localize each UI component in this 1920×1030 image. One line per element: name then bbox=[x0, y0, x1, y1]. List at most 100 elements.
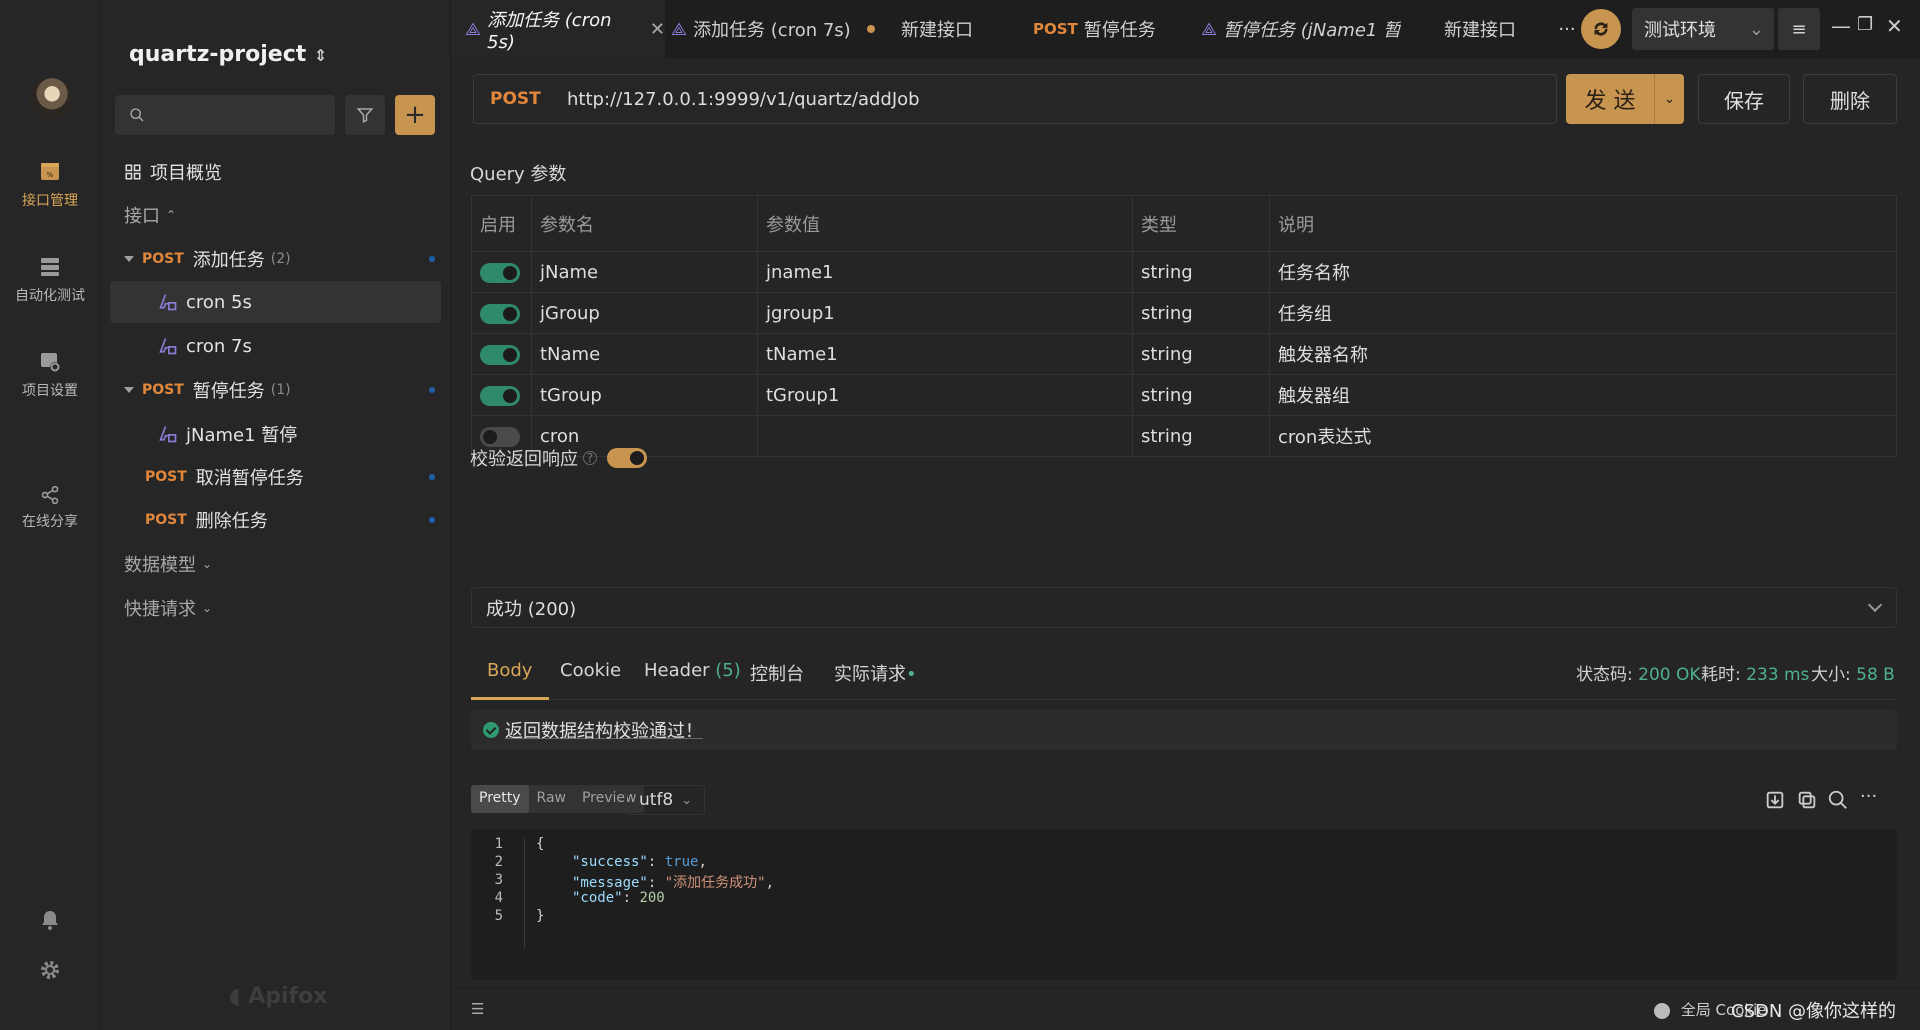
add-button[interactable]: + bbox=[395, 95, 435, 135]
json-brace: } bbox=[536, 908, 545, 924]
response-select[interactable]: 成功 (200) bbox=[471, 587, 1897, 628]
more-icon[interactable]: ··· bbox=[1860, 786, 1882, 808]
tab-add-job-cron-5s[interactable]: ⟁ 添加任务 (cron 5s) ✕ bbox=[451, 0, 665, 58]
copy-icon[interactable] bbox=[1796, 789, 1818, 811]
help-icon[interactable]: ? bbox=[583, 451, 597, 465]
enable-toggle[interactable] bbox=[480, 344, 520, 365]
sidebar-item-overview[interactable]: 项目概览 bbox=[110, 151, 441, 193]
minimize-icon[interactable]: — bbox=[1831, 14, 1851, 38]
query-params-title: Query 参数 bbox=[470, 164, 567, 185]
param-type[interactable]: string bbox=[1132, 374, 1270, 416]
tab-body[interactable]: Body bbox=[487, 660, 532, 681]
method-badge: POST bbox=[145, 512, 187, 528]
status-dot bbox=[429, 256, 435, 262]
send-button[interactable]: 发 送 ⌄ bbox=[1566, 74, 1684, 124]
tab-pause-job-jname1[interactable]: ⟁ 暂停任务 (jName1 暂... bbox=[1201, 0, 1401, 58]
tab-header[interactable]: Header (5) bbox=[644, 660, 741, 681]
rail-item-project-settings[interactable]: 项目设置 bbox=[0, 350, 100, 400]
url-bar[interactable]: POST http://127.0.0.1:9999/v1/quartz/add… bbox=[473, 74, 1557, 124]
api-management-icon: % bbox=[41, 163, 59, 180]
param-name[interactable]: tGroup bbox=[531, 374, 758, 416]
save-button[interactable]: 保存 bbox=[1698, 74, 1790, 124]
enable-toggle[interactable] bbox=[480, 262, 520, 283]
rail-item-api-management[interactable]: % 接口管理 bbox=[0, 160, 100, 210]
environment-select[interactable]: 测试环境 ⌄ bbox=[1632, 8, 1774, 50]
tree-folder-pause-job[interactable]: POST 暂停任务 (1) bbox=[110, 369, 441, 411]
param-type[interactable]: string bbox=[1132, 415, 1270, 457]
param-desc[interactable]: 触发器组 bbox=[1269, 374, 1897, 416]
enable-toggle[interactable] bbox=[480, 303, 520, 324]
json-value: 200 bbox=[639, 890, 665, 906]
response-body-editor[interactable]: 1 2 3 4 5 { "success": true, "message": … bbox=[471, 830, 1897, 980]
rail-item-automation[interactable]: 自动化测试 bbox=[0, 255, 100, 305]
url-input[interactable]: http://127.0.0.1:9999/v1/quartz/addJob bbox=[567, 89, 920, 110]
restore-icon[interactable]: ❐ bbox=[1857, 14, 1873, 35]
tab-console[interactable]: 控制台 bbox=[750, 660, 804, 686]
tree-label: cron 5s bbox=[186, 291, 252, 313]
view-raw[interactable]: Raw bbox=[529, 785, 574, 813]
param-value[interactable] bbox=[757, 415, 1133, 457]
view-pretty[interactable]: Pretty bbox=[471, 785, 529, 813]
sidebar-section-data-models[interactable]: 数据模型 ⌄ bbox=[110, 543, 441, 585]
bell-icon[interactable] bbox=[38, 908, 62, 932]
sidebar-section-api[interactable]: 接口 ⌃ bbox=[110, 194, 441, 236]
tab-add-job-cron-7s[interactable]: ⟁ 添加任务 (cron 7s) bbox=[671, 0, 881, 58]
validation-message[interactable]: 返回数据结构校验通过！ bbox=[505, 717, 703, 743]
rail-item-share[interactable]: 在线分享 bbox=[0, 485, 100, 531]
enable-toggle[interactable] bbox=[480, 426, 520, 447]
column-header: 参数名 bbox=[531, 195, 758, 252]
unsaved-dot bbox=[866, 25, 875, 33]
method-select[interactable]: POST bbox=[490, 89, 567, 109]
download-icon[interactable] bbox=[1764, 789, 1786, 811]
param-desc[interactable]: 触发器名称 bbox=[1269, 333, 1897, 375]
tree-item-resume-job[interactable]: POST 取消暂停任务 bbox=[110, 456, 441, 498]
layout-toggle-icon[interactable]: ☰ bbox=[471, 1000, 484, 1018]
sidebar-section-quick-request[interactable]: 快捷请求 ⌄ bbox=[110, 587, 441, 629]
tree-label: cron 7s bbox=[186, 335, 252, 357]
param-desc[interactable]: cron表达式 bbox=[1269, 415, 1897, 457]
search-icon[interactable] bbox=[1827, 789, 1849, 811]
tree-case-cron-7s[interactable]: cron 7s bbox=[110, 325, 441, 367]
param-value[interactable]: jgroup1 bbox=[757, 292, 1133, 334]
close-window-icon[interactable]: ✕ bbox=[1886, 14, 1903, 38]
param-type[interactable]: string bbox=[1132, 292, 1270, 334]
param-value[interactable]: tName1 bbox=[757, 333, 1133, 375]
tab-actual-request[interactable]: 实际请求• bbox=[834, 660, 917, 686]
send-dropdown[interactable]: ⌄ bbox=[1654, 74, 1684, 124]
tree-item-delete-job[interactable]: POST 删除任务 bbox=[110, 499, 441, 541]
close-icon[interactable]: ✕ bbox=[650, 19, 665, 40]
left-rail: % 接口管理 自动化测试 项目设置 在线分享 bbox=[0, 0, 100, 1030]
param-name[interactable]: jGroup bbox=[531, 292, 758, 334]
param-value[interactable]: jname1 bbox=[757, 251, 1133, 293]
avatar[interactable] bbox=[29, 77, 71, 119]
tree-case-cron-5s[interactable]: cron 5s bbox=[110, 281, 441, 323]
encoding-select[interactable]: utf8 ⌄ bbox=[626, 785, 706, 815]
param-type[interactable]: string bbox=[1132, 251, 1270, 293]
json-value: "添加任务成功" bbox=[664, 875, 766, 891]
param-name[interactable]: jName bbox=[531, 251, 758, 293]
param-type[interactable]: string bbox=[1132, 333, 1270, 375]
tab-pause-job[interactable]: POST 暂停任务 bbox=[1033, 0, 1173, 58]
tree-folder-add-job[interactable]: POST 添加任务 (2) bbox=[110, 238, 441, 280]
tree-label: 取消暂停任务 bbox=[195, 468, 304, 489]
environment-menu-button[interactable]: ≡ bbox=[1778, 8, 1820, 50]
enable-toggle[interactable] bbox=[480, 385, 520, 406]
param-desc[interactable]: 任务组 bbox=[1269, 292, 1897, 334]
chevron-down-icon: ⌄ bbox=[202, 601, 213, 615]
tab-cookie[interactable]: Cookie bbox=[560, 660, 621, 681]
delete-button[interactable]: 删除 bbox=[1803, 74, 1897, 124]
gear-icon[interactable] bbox=[38, 958, 62, 982]
line-number: 3 bbox=[494, 872, 503, 888]
tab-new-api-2[interactable]: 新建接口 bbox=[1444, 0, 1544, 58]
param-desc[interactable]: 任务名称 bbox=[1269, 251, 1897, 293]
tab-new-api-1[interactable]: 新建接口 bbox=[901, 0, 1001, 58]
response-tabs: Body Cookie Header (5) 控制台 实际请求• 状态码: 20… bbox=[471, 648, 1897, 700]
validate-toggle[interactable] bbox=[607, 448, 647, 468]
param-name[interactable]: tName bbox=[531, 333, 758, 375]
project-switcher[interactable]: quartz-project ⇕ bbox=[129, 42, 327, 67]
tree-case-jname1-pause[interactable]: jName1 暂停 bbox=[110, 413, 441, 455]
sync-button[interactable] bbox=[1581, 9, 1621, 49]
search-input[interactable] bbox=[115, 95, 335, 135]
filter-button[interactable] bbox=[345, 95, 385, 135]
param-value[interactable]: tGroup1 bbox=[757, 374, 1133, 416]
